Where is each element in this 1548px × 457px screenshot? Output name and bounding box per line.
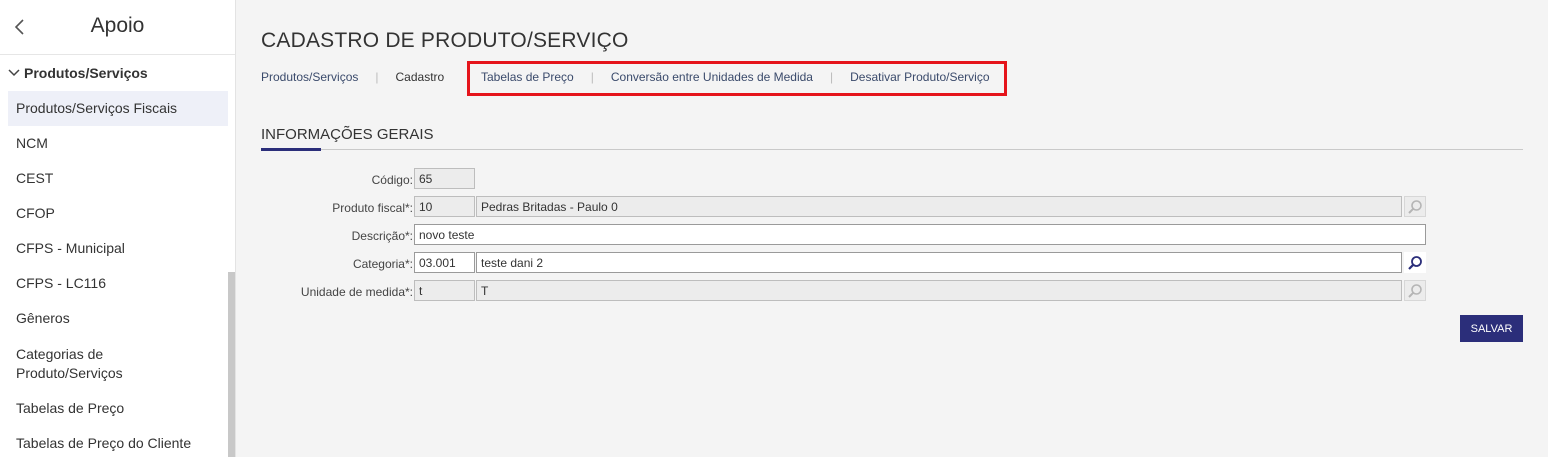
link-separator: | <box>590 70 594 84</box>
sidebar: Apoio Produtos/Serviços Produtos/Serviço… <box>0 0 236 457</box>
sidebar-section-produtos[interactable]: Produtos/Serviços <box>8 63 148 83</box>
search-icon <box>1404 196 1426 217</box>
descricao-label: Descrição*: <box>351 229 413 243</box>
sidebar-item-cfop[interactable]: CFOP <box>8 196 228 231</box>
sidebar-section-label: Produtos/Serviços <box>24 65 148 81</box>
sidebar-list: Produtos/Serviços Fiscais NCM CEST CFOP … <box>8 91 228 457</box>
section-divider <box>261 149 1523 150</box>
sidebar-scrollbar[interactable] <box>228 272 235 457</box>
sidebar-title: Apoio <box>90 14 145 37</box>
sidebar-item-cfps-municipal[interactable]: CFPS - Municipal <box>8 231 228 266</box>
sidebar-item-generos[interactable]: Gêneros <box>8 301 228 336</box>
sidebar-item-label: Tabelas de Preço do Cliente <box>16 435 192 451</box>
save-button[interactable]: SALVAR <box>1460 315 1523 342</box>
section-accent-bar <box>261 148 321 151</box>
categoria-code-input[interactable]: 03.001 <box>414 252 475 273</box>
breadcrumb: Produtos/Serviços | Cadastro <box>261 70 444 84</box>
sidebar-item-cfps-lc116[interactable]: CFPS - LC116 <box>8 266 228 301</box>
codigo-label: Código: <box>371 173 413 187</box>
sidebar-item-label: CFPS - LC116 <box>16 275 106 291</box>
sidebar-item-tabelas-preco-cliente[interactable]: Tabelas de Preço do Cliente <box>8 426 228 457</box>
link-conversao-unidades[interactable]: Conversão entre Unidades de Medida <box>611 70 813 84</box>
search-icon[interactable] <box>1404 252 1426 273</box>
section-title: INFORMAÇÕES GERAIS <box>261 126 434 143</box>
categoria-label: Categoria*: <box>352 257 413 271</box>
sidebar-item-label: Tabelas de Preço <box>16 400 125 416</box>
sidebar-item-categorias[interactable]: Categorias de Produto/Serviços <box>8 336 228 391</box>
page-title: CADASTRO DE PRODUTO/SERVIÇO <box>261 29 629 52</box>
produto-fiscal-code-field: 10 <box>414 196 475 217</box>
action-links: Tabelas de Preço | Conversão entre Unida… <box>481 70 990 84</box>
link-tabelas-preco[interactable]: Tabelas de Preço <box>481 70 574 84</box>
sidebar-item-label: CEST <box>16 170 54 186</box>
produto-fiscal-label: Produto fiscal*: <box>332 201 413 215</box>
breadcrumb-current: Cadastro <box>395 70 445 84</box>
sidebar-item-label: CFOP <box>16 205 55 221</box>
categoria-name-input[interactable]: teste dani 2 <box>476 252 1402 273</box>
unidade-label: Unidade de medida*: <box>300 285 413 299</box>
sidebar-header: Apoio <box>0 0 235 55</box>
sidebar-item-tabelas-preco[interactable]: Tabelas de Preço <box>8 391 228 426</box>
sidebar-item-label: CFPS - Municipal <box>16 240 125 256</box>
link-desativar-produto[interactable]: Desativar Produto/Serviço <box>850 70 989 84</box>
sidebar-item-label: Categorias de Produto/Serviços <box>16 345 123 381</box>
unidade-code-field: t <box>414 280 475 301</box>
sidebar-item-label: Produtos/Serviços Fiscais <box>16 100 178 116</box>
sidebar-item-cest[interactable]: CEST <box>8 161 228 196</box>
sidebar-item-label: NCM <box>16 135 48 151</box>
codigo-field: 65 <box>414 168 475 189</box>
sidebar-item-produtos-fiscais[interactable]: Produtos/Serviços Fiscais <box>8 91 228 126</box>
sidebar-item-ncm[interactable]: NCM <box>8 126 228 161</box>
descricao-input[interactable]: novo teste <box>414 224 1426 245</box>
breadcrumb-parent-link[interactable]: Produtos/Serviços <box>261 70 358 84</box>
link-separator: | <box>829 70 834 84</box>
breadcrumb-separator: | <box>375 70 379 84</box>
search-icon <box>1404 280 1426 301</box>
main-content: CADASTRO DE PRODUTO/SERVIÇO Produtos/Ser… <box>261 0 1548 457</box>
chevron-down-icon <box>8 69 20 77</box>
sidebar-item-label: Gêneros <box>16 310 70 326</box>
unidade-name-field: T <box>476 280 1402 301</box>
produto-fiscal-name-field: Pedras Britadas - Paulo 0 <box>476 196 1402 217</box>
